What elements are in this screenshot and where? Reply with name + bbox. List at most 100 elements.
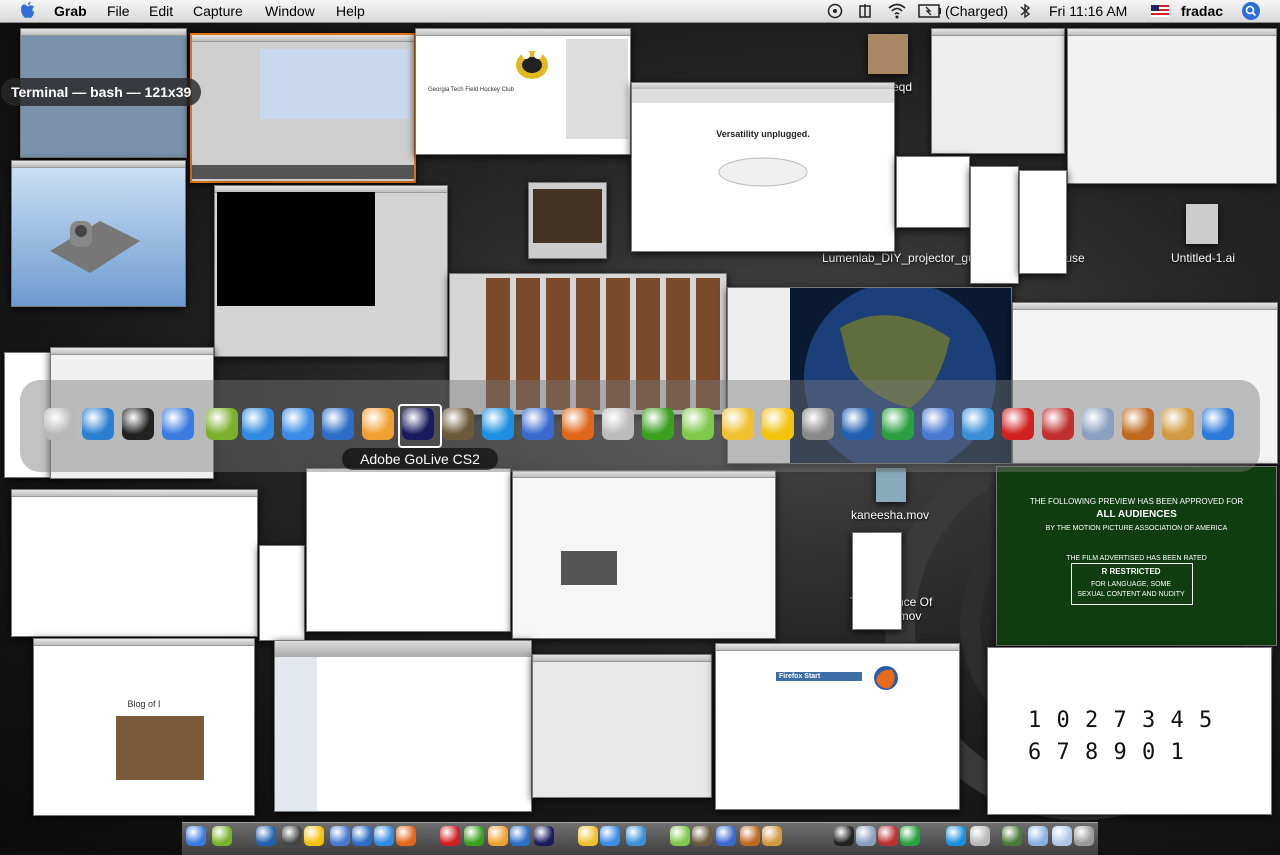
untitled-file-icon[interactable] (1186, 204, 1218, 244)
menu-app-name[interactable]: Grab (54, 2, 87, 20)
dock-dreamweaver-icon[interactable] (464, 826, 484, 846)
cad-window[interactable] (11, 160, 186, 307)
spotlight-icon[interactable] (1241, 1, 1261, 21)
dock-syringe-icon[interactable] (856, 826, 876, 846)
dock-grab-icon[interactable] (970, 826, 990, 846)
dock-terminal-icon[interactable] (834, 826, 854, 846)
dock-earth-icon[interactable] (256, 826, 276, 846)
bluetooth-icon[interactable] (1019, 3, 1031, 19)
menu-help[interactable]: Help (336, 2, 365, 20)
menu-capture[interactable]: Capture (193, 2, 243, 20)
dock-firefox-icon[interactable] (396, 826, 416, 846)
menu-file[interactable]: File (107, 2, 130, 20)
flag-icon[interactable] (1151, 5, 1169, 17)
movie-preview-window[interactable]: THE FOLLOWING PREVIEW HAS BEEN APPROVED … (996, 466, 1277, 646)
battery-icon[interactable] (918, 4, 942, 18)
switcher-messenger-icon[interactable] (722, 408, 754, 440)
forum-window[interactable] (512, 470, 776, 639)
dialog-window[interactable] (532, 654, 712, 798)
switcher-zip-icon[interactable] (1042, 408, 1074, 440)
dock-duck-icon[interactable] (304, 826, 324, 846)
dock-writer-icon[interactable] (510, 826, 530, 846)
switcher-earth-icon[interactable] (842, 408, 874, 440)
blank-window[interactable] (306, 468, 511, 632)
menu-edit[interactable]: Edit (149, 2, 173, 20)
dock-ichat-icon[interactable] (600, 826, 620, 846)
narrow-window[interactable] (259, 545, 305, 641)
switcher-finder-icon[interactable] (162, 408, 194, 440)
dock-photo-icon[interactable] (488, 826, 508, 846)
user-name[interactable]: fradac (1181, 2, 1223, 20)
dock-itunes-icon[interactable] (670, 826, 690, 846)
switcher-network-icon[interactable] (322, 408, 354, 440)
small-list-window[interactable] (852, 532, 902, 630)
switcher-dvd-icon[interactable] (1202, 408, 1234, 440)
document-window[interactable] (1067, 28, 1277, 184)
switcher-flash-icon[interactable] (1002, 408, 1034, 440)
dock-finder-icon[interactable] (186, 826, 206, 846)
wifi-icon[interactable] (887, 3, 907, 19)
switcher-golive-e-icon[interactable] (206, 408, 238, 440)
switcher-search-icon[interactable] (802, 408, 834, 440)
sync-icon[interactable] (827, 3, 843, 19)
switcher-imovie-icon[interactable] (522, 408, 554, 440)
video-editor-window[interactable] (214, 185, 448, 357)
switcher-apple-icon[interactable] (602, 408, 634, 440)
dock-golive-e-icon[interactable] (212, 826, 232, 846)
reqd-icon[interactable] (868, 34, 908, 74)
switcher-quicktime-icon[interactable] (482, 408, 514, 440)
blog-window[interactable]: Blog of I (33, 638, 255, 816)
itunes-window[interactable] (274, 640, 532, 812)
system-preferences-window[interactable] (931, 28, 1065, 154)
switcher-ichat-icon[interactable] (282, 408, 314, 440)
switcher-quill-icon[interactable] (82, 408, 114, 440)
dock-guitar-icon[interactable] (740, 826, 760, 846)
dock-flash-icon[interactable] (440, 826, 460, 846)
dock-trash-icon[interactable] (1074, 826, 1094, 846)
dock-imovie-icon[interactable] (716, 826, 736, 846)
dock-iphoto-icon[interactable] (692, 826, 712, 846)
dock-mail-icon[interactable] (330, 826, 350, 846)
switcher-mail-icon[interactable] (922, 408, 954, 440)
switcher-dreamweaver-icon[interactable] (642, 408, 674, 440)
switcher-frog-icon[interactable] (882, 408, 914, 440)
dock-folder-icon[interactable] (1028, 826, 1048, 846)
dock-buddies-icon[interactable] (626, 826, 646, 846)
switcher-preview-icon[interactable] (1162, 408, 1194, 440)
switcher-photo-icon[interactable] (362, 408, 394, 440)
apple-mouse-window[interactable]: Versatility unplugged. (631, 82, 895, 252)
dock-documents-icon[interactable] (1052, 826, 1072, 846)
spreadsheet-window[interactable] (11, 489, 258, 637)
dock-frog-icon[interactable] (900, 826, 920, 846)
switcher-safari-icon[interactable] (242, 408, 274, 440)
menu-window[interactable]: Window (265, 2, 315, 20)
clock[interactable]: Fri 11:16 AM (1049, 2, 1127, 20)
switcher-buddies-icon[interactable] (962, 408, 994, 440)
buddy-list-window-2[interactable] (1019, 170, 1067, 274)
switcher-iphoto-icon[interactable] (442, 408, 474, 440)
switcher-itunes-icon[interactable] (682, 408, 714, 440)
switcher-duck-icon[interactable] (762, 408, 794, 440)
firefox-window[interactable]: Firefox Start (715, 643, 960, 810)
buddy-list-window[interactable] (970, 166, 1019, 284)
dock-preview-icon[interactable] (762, 826, 782, 846)
audio-editor-window[interactable] (190, 33, 416, 183)
dock-zip-icon[interactable] (878, 826, 898, 846)
dock-messenger-icon[interactable] (578, 826, 598, 846)
chat-window-1[interactable] (896, 156, 970, 228)
switcher-grab-icon[interactable] (44, 408, 76, 440)
font-window[interactable]: 1 0 2 7 3 4 5 6 7 8 9 0 1 (987, 647, 1272, 815)
kaneesha-file-icon[interactable] (876, 468, 906, 502)
dock-camera-icon[interactable] (282, 826, 302, 846)
video-player-window[interactable] (528, 182, 607, 259)
dock-quicktime-icon[interactable] (946, 826, 966, 846)
switcher-terminal-icon[interactable] (122, 408, 154, 440)
dock-plant-icon[interactable] (1002, 826, 1022, 846)
switcher-guitar-icon[interactable] (1122, 408, 1154, 440)
hockey-club-window[interactable]: Georgia Tech Field Hockey Club (415, 28, 631, 155)
switcher-syringe-icon[interactable] (1082, 408, 1114, 440)
dock-golive-icon[interactable] (534, 826, 554, 846)
dock-network-icon[interactable] (352, 826, 372, 846)
dock-safari-icon[interactable] (374, 826, 394, 846)
apple-menu-icon[interactable] (16, 1, 38, 21)
